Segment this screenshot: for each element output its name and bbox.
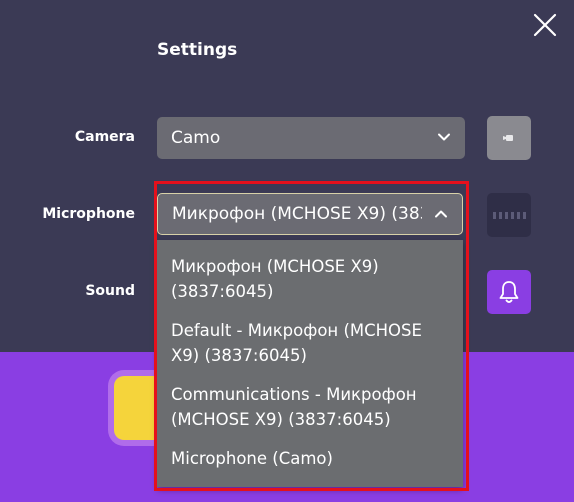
microphone-option[interactable]: Microphone (Camo) [157, 432, 463, 471]
microphone-select[interactable]: Микрофон (MCHOSE X9) (3837:6045) [157, 193, 463, 235]
microphone-label: Microphone [42, 206, 135, 222]
video-camera-icon [503, 135, 513, 141]
close-icon[interactable] [532, 12, 558, 38]
microphone-select-value: Микрофон (MCHOSE X9) (3837:6045) [172, 204, 422, 224]
chevron-up-icon [435, 210, 447, 218]
chevron-down-icon [438, 133, 450, 141]
microphone-option[interactable]: Микрофон (MCHOSE X9) (3837:6045) [157, 240, 463, 304]
camera-select-value: Camo [171, 128, 221, 148]
camera-select[interactable]: Camo [157, 117, 465, 159]
settings-title: Settings [157, 40, 238, 60]
camera-toggle-button[interactable] [487, 116, 531, 160]
microphone-option[interactable]: Communications - Микрофон (MCHOSE X9) (3… [157, 368, 463, 432]
microphone-dropdown-list: Микрофон (MCHOSE X9) (3837:6045) Default… [157, 240, 463, 487]
microphone-option[interactable]: Default - Микрофон (MCHOSE X9) (3837:604… [157, 304, 463, 368]
bell-icon [499, 281, 519, 303]
camera-label: Camera [74, 129, 135, 145]
sound-label: Sound [85, 283, 135, 299]
audio-level-meter-icon [487, 193, 531, 237]
sound-test-button[interactable] [487, 270, 531, 314]
